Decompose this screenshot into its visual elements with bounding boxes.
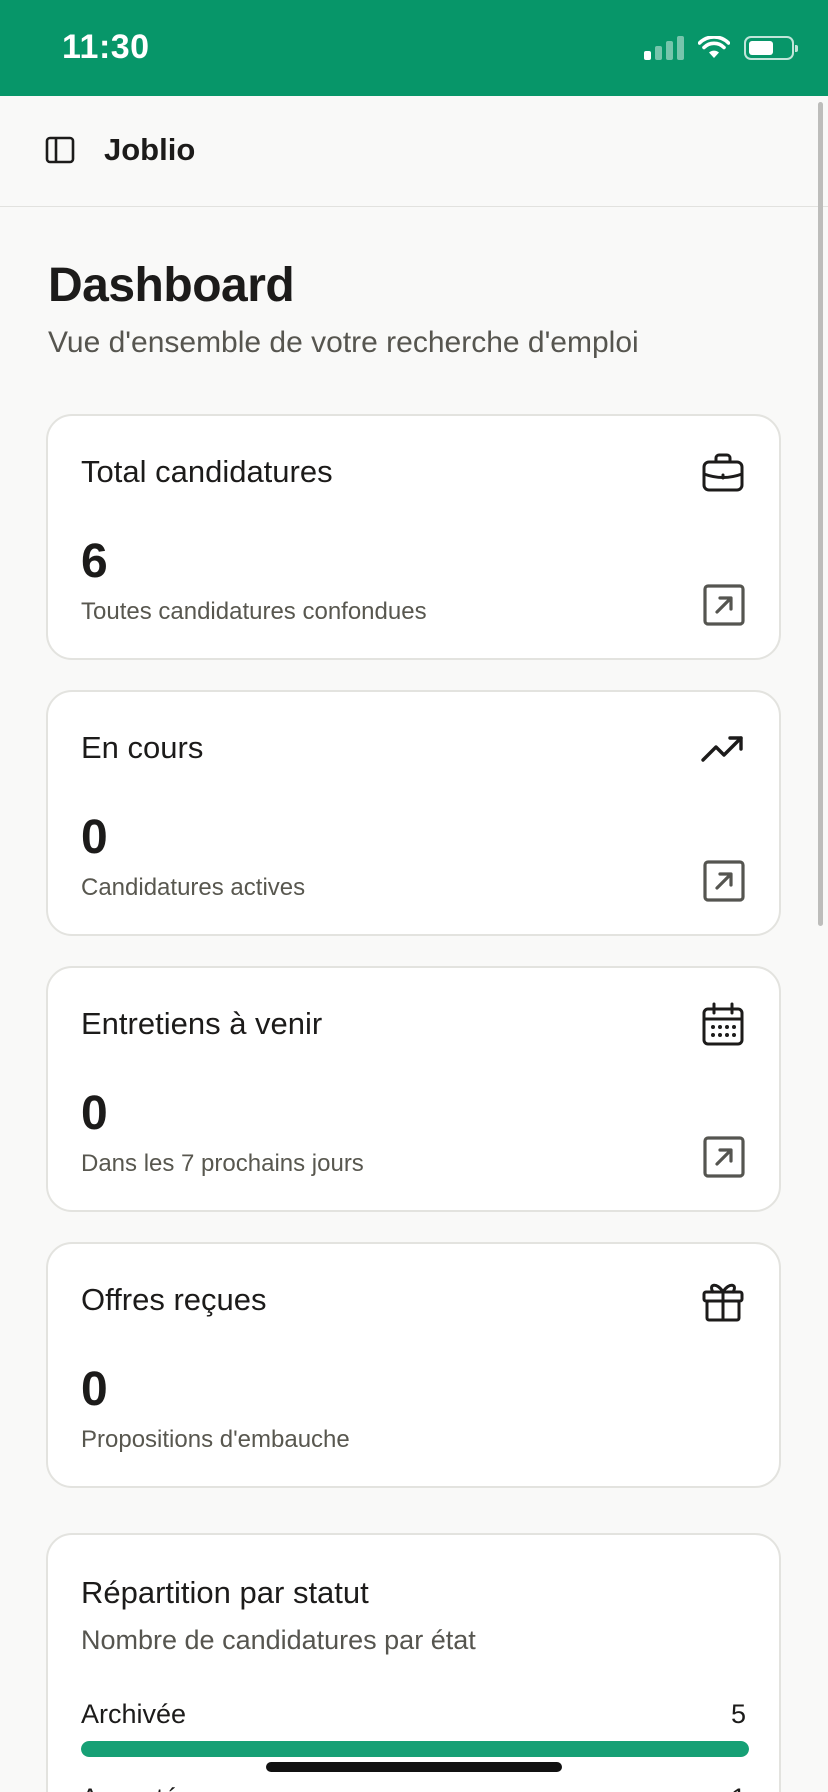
wifi-icon (698, 36, 730, 58)
trending-up-icon (701, 736, 743, 762)
offers-received-card: Offres reçues 0 Propositions d'embauche (46, 1242, 781, 1488)
card-value: 0 (81, 1363, 108, 1416)
card-description: Propositions d'embauche (81, 1426, 350, 1453)
total-applications-card: Total candidatures 6 Toutes candidatures… (46, 414, 781, 660)
card-description: Toutes candidatures confondues (81, 598, 427, 625)
status-breakdown-subtitle: Nombre de candidatures par état (81, 1625, 476, 1655)
status-time: 11:30 (62, 28, 150, 66)
card-description: Candidatures actives (81, 874, 306, 901)
status-row-count: 5 (730, 1699, 746, 1729)
card-title: En cours (81, 730, 204, 765)
status-breakdown-card: Répartition par statut Nombre de candida… (46, 1533, 781, 1792)
open-link-icon[interactable] (703, 584, 745, 626)
card-value: 0 (81, 811, 108, 864)
status-bar: 11:30 (0, 0, 828, 96)
open-link-icon[interactable] (703, 860, 745, 902)
card-value: 6 (81, 535, 108, 588)
status-progress-fill (81, 1741, 749, 1757)
card-title: Entretiens à venir (81, 1006, 323, 1041)
card-title: Offres reçues (81, 1282, 267, 1317)
card-value: 0 (81, 1087, 108, 1140)
open-link-icon[interactable] (703, 1136, 745, 1178)
page-title: Dashboard (48, 259, 295, 312)
app-header: Joblio (0, 96, 828, 207)
status-row-count: 1 (731, 1783, 746, 1792)
brand-name[interactable]: Joblio (104, 132, 195, 168)
scrollbar-thumb[interactable] (818, 102, 823, 926)
card-description: Dans les 7 prochains jours (81, 1150, 364, 1177)
calendar-icon (702, 1002, 744, 1046)
page-subtitle: Vue d'ensemble de votre recherche d'empl… (48, 326, 639, 359)
battery-icon (744, 36, 798, 60)
in-progress-card: En cours 0 Candidatures actives (46, 690, 781, 936)
status-progress-track (81, 1741, 749, 1757)
briefcase-icon (702, 453, 744, 492)
status-row-label: Acceptée (81, 1783, 194, 1792)
cellular-signal-icon (644, 36, 684, 60)
upcoming-interviews-card: Entretiens à venir 0 Dans les 7 prochain… (46, 966, 781, 1212)
status-breakdown-title: Répartition par statut (81, 1575, 369, 1610)
home-indicator (266, 1762, 562, 1772)
status-row-label: Archivée (81, 1699, 187, 1729)
gift-icon (702, 1283, 744, 1322)
status-icons (644, 36, 798, 60)
card-title: Total candidatures (81, 454, 333, 489)
sidebar-toggle-icon[interactable] (44, 134, 76, 166)
